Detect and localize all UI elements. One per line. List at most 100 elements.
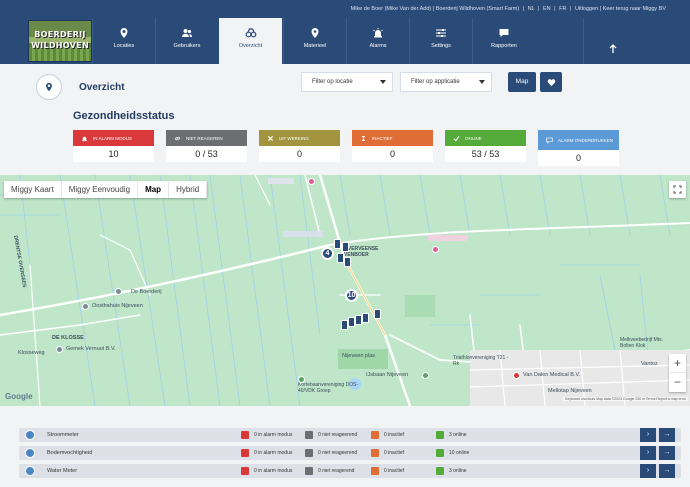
logout-link[interactable]: Uitloggen | Keer terug naar Miggy BV	[575, 6, 666, 12]
device-type-icon	[25, 430, 35, 440]
map-label-melkveebedrijf: Melkveebedrijf Mts. Bolten Klok	[620, 337, 664, 349]
alarm-icon	[373, 28, 383, 38]
open-device-button[interactable]: →	[659, 428, 675, 442]
map-type-miggy-eenvoudig[interactable]: Miggy Eenvoudig	[62, 181, 139, 198]
filter-location-select[interactable]: Filter op locatie	[301, 72, 393, 92]
logo-line-1: BOERDERIJ	[34, 30, 86, 39]
device-pin[interactable]	[348, 317, 355, 327]
device-row[interactable]: Bodemvochtigheid 0 in alarm modus 0 niet…	[19, 446, 681, 460]
alarm-count: 0 in alarm modus	[241, 431, 292, 439]
stat-inactive[interactable]: Inactief 0	[352, 130, 433, 162]
favorite-button[interactable]	[540, 72, 562, 92]
stat-online-header: Online	[445, 130, 526, 146]
map-attribution[interactable]: Keyboard shortcuts Map data ©2023 Google…	[563, 397, 688, 401]
stat-alarm-suppress[interactable]: Alarm onderdrukken 0	[538, 130, 619, 166]
stat-no-response[interactable]: Niet reageren 0 / 53	[166, 130, 247, 162]
map-label-oosthahuis: Oosthahuis Nijeveen	[92, 303, 143, 309]
stat-label: Inactief	[372, 135, 393, 141]
device-pin[interactable]	[334, 239, 341, 249]
top-bar: BOERDERIJ WILDHOVEN Mike de Boer (Mike V…	[0, 0, 690, 64]
expand-button[interactable]: ›	[640, 428, 656, 442]
device-pin[interactable]	[341, 320, 348, 330]
poi-marker[interactable]	[115, 288, 122, 295]
inactive-count-text: 0 inactief	[384, 468, 405, 474]
stat-label: Online	[465, 135, 482, 141]
sliders-icon	[436, 29, 446, 37]
stat-alarm[interactable]: In alarm modus 10	[73, 130, 154, 162]
nav-tab-overzicht[interactable]: Overzicht	[219, 18, 282, 64]
google-logo: Google	[5, 392, 33, 401]
logo-line-2: WILDHOVEN	[31, 41, 89, 50]
open-device-button[interactable]: →	[659, 446, 675, 460]
map-type-hybrid[interactable]: Hybrid	[169, 181, 208, 198]
scroll-top-button[interactable]	[583, 18, 641, 64]
broken-link-icon	[305, 449, 313, 457]
stat-out-of-order[interactable]: Uit werking 0	[259, 130, 340, 162]
nav-tab-materieel[interactable]: Materieel	[283, 18, 346, 64]
stat-value: 0	[538, 150, 619, 166]
lang-nl-link[interactable]: NL	[528, 6, 535, 12]
stat-label: Alarm onderdrukken	[558, 137, 614, 143]
lang-en-link[interactable]: EN	[543, 6, 551, 12]
poi-marker[interactable]	[56, 346, 63, 353]
map-type-miggy-kaart[interactable]: Miggy Kaart	[4, 181, 62, 198]
open-device-button[interactable]: →	[659, 464, 675, 478]
poi-marker[interactable]	[422, 372, 429, 379]
device-pin[interactable]	[374, 309, 381, 319]
page-header: Overzicht Filter op locatie Filter op ap…	[0, 64, 690, 175]
page-title: Overzicht	[79, 82, 125, 93]
user-info: Mike de Boer (Mike Van der Add) | Boerde…	[350, 6, 520, 12]
stat-online[interactable]: Online 53 / 53	[445, 130, 526, 162]
nav-tab-rapporten[interactable]: Rapporten	[472, 18, 535, 64]
device-name: Water Meter	[47, 468, 78, 474]
fullscreen-button[interactable]	[669, 181, 686, 198]
filter-application-select[interactable]: Filter op applicatie	[400, 72, 492, 92]
inactive-count: 0 inactief	[371, 467, 404, 475]
map-label-gemek: Gemek Vernuut B.V.	[66, 346, 116, 352]
map-button[interactable]: Map	[508, 72, 536, 92]
nav-tab-alarms[interactable]: Alarms	[346, 18, 409, 64]
device-pin[interactable]	[362, 313, 369, 323]
broken-link-icon	[175, 136, 180, 140]
poi-marker[interactable]	[298, 376, 305, 383]
farm-logo[interactable]: BOERDERIJ WILDHOVEN	[28, 20, 92, 62]
online-count: 10 online	[436, 449, 469, 457]
poi-marker[interactable]	[82, 303, 89, 310]
nav-tab-locaties[interactable]: Locaties	[92, 18, 155, 64]
zoom-in-button[interactable]: +	[669, 354, 686, 373]
chevron-down-icon	[479, 80, 485, 84]
stat-value: 0	[352, 146, 433, 162]
map-label-vantoz: Vantoz	[641, 361, 658, 367]
lang-fr-link[interactable]: FR	[559, 6, 566, 12]
alarm-bell-icon	[241, 467, 249, 475]
device-cluster[interactable]: 4	[321, 247, 334, 260]
device-pin[interactable]	[344, 257, 351, 267]
device-pin[interactable]	[355, 315, 362, 325]
poi-marker[interactable]	[308, 178, 315, 185]
filter-location-value: Filter op locatie	[312, 79, 353, 85]
inactive-count: 0 inactief	[371, 431, 404, 439]
nav-tab-gebruikers[interactable]: Gebruikers	[155, 18, 218, 64]
map-label-overveense: OVERVEENSE VENBOER	[344, 246, 379, 258]
alarm-bell-icon	[241, 431, 249, 439]
map-label-boerderij: De Boerderij	[131, 289, 162, 295]
heart-icon	[547, 78, 555, 86]
device-cluster[interactable]: 10	[345, 289, 358, 302]
device-row[interactable]: Water Meter 0 in alarm modus 0 niet reag…	[19, 464, 681, 478]
poi-marker[interactable]	[432, 246, 439, 253]
device-pin[interactable]	[337, 253, 344, 263]
zoom-out-button[interactable]: −	[669, 373, 686, 392]
nav-tab-settings[interactable]: Settings	[409, 18, 472, 64]
nav-label: Rapporten	[491, 43, 517, 49]
expand-button[interactable]: ›	[640, 464, 656, 478]
check-icon	[436, 431, 444, 439]
map-view[interactable]: Miggy Kaart Miggy Eenvoudig Map Hybrid D…	[0, 175, 690, 406]
poi-marker[interactable]	[513, 372, 520, 379]
expand-button[interactable]: ›	[640, 446, 656, 460]
health-status-title: Gezondheidsstatus	[73, 110, 175, 122]
device-pin[interactable]	[342, 242, 349, 252]
hourglass-icon	[371, 467, 379, 475]
stat-out-of-order-header: Uit werking	[259, 130, 340, 146]
device-row[interactable]: Stroommeter 0 in alarm modus 0 niet reag…	[19, 428, 681, 442]
map-type-map[interactable]: Map	[138, 181, 170, 198]
